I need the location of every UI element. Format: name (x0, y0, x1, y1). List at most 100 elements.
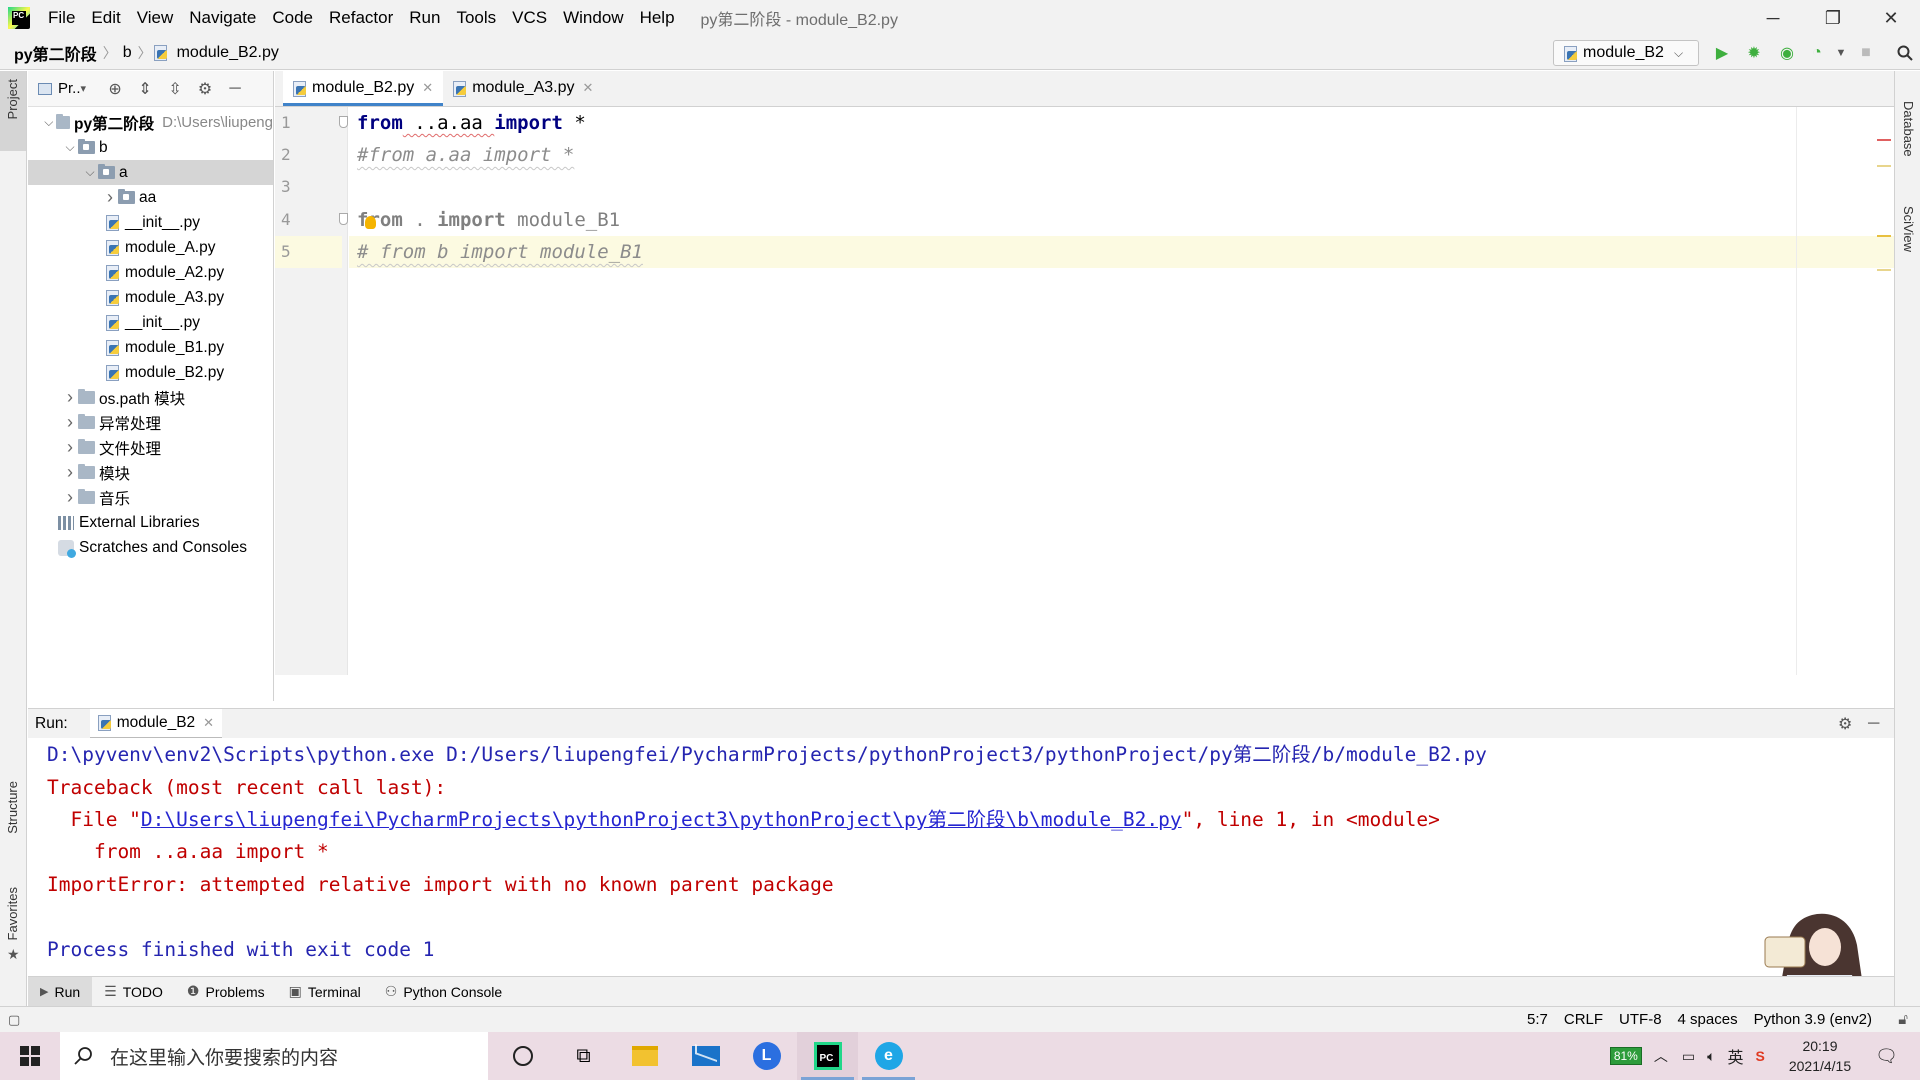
tree-node[interactable]: › 音乐 (28, 485, 273, 510)
warning-stripe-marker[interactable] (1877, 235, 1891, 237)
hide-panel-icon[interactable]: ─ (1868, 715, 1879, 733)
locate-icon[interactable]: ⊕ (100, 79, 130, 99)
sogou-ime-icon[interactable]: S (1756, 1048, 1765, 1064)
chevron-down-icon[interactable]: ⌵ (62, 140, 78, 155)
chevron-down-icon[interactable]: ⌵ (42, 115, 56, 130)
toggle-tool-windows-icon[interactable]: ▢ (8, 1012, 20, 1028)
editor-tab-module-a3[interactable]: module_A3.py ✕ (443, 70, 603, 106)
menu-run[interactable]: Run (401, 0, 448, 36)
menu-navigate[interactable]: Navigate (181, 0, 264, 36)
tool-tab-favorites[interactable]: Favorites (5, 887, 20, 940)
menu-help[interactable]: Help (632, 0, 683, 36)
line-separator[interactable]: CRLF (1556, 1011, 1611, 1028)
browser-taskbar-icon[interactable]: e (858, 1032, 919, 1080)
pycharm-logo-icon[interactable]: PC (8, 7, 30, 29)
intention-bulb-icon[interactable] (365, 216, 376, 229)
tree-node[interactable]: module_B2.py (28, 360, 273, 385)
tool-tab-sciview[interactable]: SciView (1901, 206, 1916, 252)
tree-node[interactable]: module_A2.py (28, 260, 273, 285)
tree-node[interactable]: Scratches and Consoles (28, 535, 273, 560)
run-config-selector[interactable]: module_B2 ⌵ (1553, 40, 1699, 66)
tool-tab-run[interactable]: ▶ Run (28, 976, 93, 1007)
gear-icon[interactable]: ⚙ (1838, 714, 1852, 734)
menu-code[interactable]: Code (264, 0, 321, 36)
tree-node[interactable]: › os.path 模块 (28, 385, 273, 410)
mail-icon[interactable] (675, 1032, 736, 1080)
input-method-indicator[interactable]: 英 (1727, 1044, 1743, 1068)
stop-icon[interactable]: ■ (1855, 42, 1877, 64)
lock-icon[interactable]: 🔓︎ (1898, 1011, 1908, 1028)
menu-vcs[interactable]: VCS (504, 0, 555, 36)
tree-node[interactable]: › 文件处理 (28, 435, 273, 460)
expand-all-icon[interactable]: ⇕ (130, 79, 160, 99)
collapse-all-icon[interactable]: ⇳ (160, 79, 190, 99)
chevron-right-icon[interactable]: › (102, 187, 118, 208)
battery-widget[interactable]: 81% (1609, 1047, 1642, 1065)
tree-node[interactable]: __init__.py (28, 310, 273, 335)
warning-stripe-marker[interactable] (1877, 269, 1891, 271)
tree-node[interactable]: __init__.py (28, 210, 273, 235)
editor-tab-module-b2[interactable]: module_B2.py ✕ (283, 70, 444, 106)
tree-node[interactable]: External Libraries (28, 510, 273, 535)
chevron-right-icon[interactable]: › (62, 487, 78, 508)
tree-node[interactable]: ⌵ a (28, 160, 273, 185)
pycharm-taskbar-icon[interactable]: PC (797, 1032, 858, 1080)
breadcrumb-file[interactable]: module_B2.py (173, 44, 283, 62)
traceback-file-link[interactable]: D:\Users\liupengfei\PycharmProjects\pyth… (141, 808, 1182, 831)
menu-edit[interactable]: Edit (83, 0, 128, 36)
battery-icon[interactable]: ▭ (1682, 1048, 1695, 1065)
breadcrumb-project[interactable]: py第二阶段 (10, 41, 101, 65)
run-console-output[interactable]: D:\pyvenv\env2\Scripts\python.exe D:/Use… (28, 738, 1894, 976)
tree-node[interactable]: module_A.py (28, 235, 273, 260)
close-tab-icon[interactable]: ✕ (583, 80, 594, 96)
tree-node[interactable]: › 异常处理 (28, 410, 273, 435)
menu-refactor[interactable]: Refactor (321, 0, 401, 36)
notification-icon[interactable]: 🗨︎ (1875, 1046, 1898, 1067)
volume-icon[interactable]: 🔈︎ (1707, 1048, 1715, 1065)
chevron-right-icon[interactable]: › (62, 462, 78, 483)
breadcrumb-folder[interactable]: b (119, 44, 136, 62)
windows-start-icon[interactable] (0, 1032, 60, 1080)
menu-file[interactable]: File (40, 0, 83, 36)
cortana-icon[interactable] (492, 1032, 553, 1080)
more-run-options-icon[interactable]: ▼ (1830, 42, 1852, 64)
profile-icon[interactable]: ◔ (1806, 42, 1828, 64)
tool-tab-todo[interactable]: ☰ TODO (92, 977, 175, 1007)
minimize-button[interactable]: ─ (1744, 0, 1802, 36)
menu-tools[interactable]: Tools (448, 0, 504, 36)
tool-tab-database[interactable]: Database (1901, 101, 1916, 157)
run-icon[interactable]: ▶ (1711, 42, 1733, 64)
tree-node[interactable]: module_A3.py (28, 285, 273, 310)
chevron-right-icon[interactable]: › (62, 412, 78, 433)
restore-button[interactable]: ❐ (1804, 0, 1862, 36)
close-tab-icon[interactable]: ✕ (422, 80, 433, 96)
app-l-icon[interactable]: L (736, 1032, 797, 1080)
tool-tab-terminal[interactable]: ▣ Terminal (277, 977, 373, 1007)
tool-tab-project[interactable]: Project (5, 79, 20, 119)
caret-position[interactable]: 5:7 (1519, 1011, 1556, 1028)
tree-node[interactable]: › 模块 (28, 460, 273, 485)
tray-expand-icon[interactable]: ︿ (1654, 1046, 1668, 1066)
tree-node[interactable]: module_B1.py (28, 335, 273, 360)
tree-node[interactable]: › aa (28, 185, 273, 210)
debug-icon[interactable]: ✹ (1743, 42, 1765, 64)
search-icon[interactable] (1894, 42, 1916, 64)
fold-icon[interactable] (339, 116, 348, 128)
task-view-icon[interactable]: ⧉ (553, 1032, 614, 1080)
tree-node[interactable]: ⌵ b (28, 135, 273, 160)
project-view-selector[interactable]: Pr.. (58, 80, 81, 97)
menu-view[interactable]: View (129, 0, 182, 36)
run-with-coverage-icon[interactable]: ◉ (1776, 42, 1798, 64)
tool-tab-structure[interactable]: Structure (5, 781, 20, 834)
error-stripe-marker[interactable] (1877, 139, 1891, 141)
chevron-down-icon[interactable]: ⌵ (82, 165, 98, 180)
hide-panel-icon[interactable]: ─ (220, 80, 250, 98)
menu-window[interactable]: Window (555, 0, 631, 36)
indent-setting[interactable]: 4 spaces (1670, 1011, 1746, 1028)
run-tab-module-b2[interactable]: module_B2 ✕ (89, 708, 223, 739)
python-interpreter[interactable]: Python 3.9 (env2) (1746, 1011, 1880, 1028)
code-editor[interactable]: from ..a.aa import * #from a.aa import *… (349, 107, 1894, 675)
warning-stripe-marker[interactable] (1877, 165, 1891, 167)
fold-icon[interactable] (339, 213, 348, 225)
file-explorer-icon[interactable] (614, 1032, 675, 1080)
